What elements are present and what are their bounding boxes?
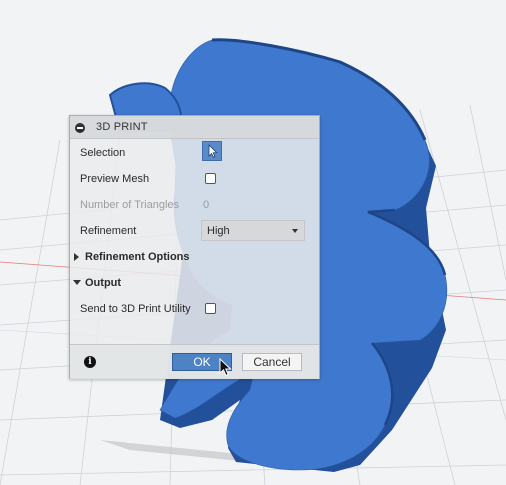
chevron-down-icon (292, 229, 298, 233)
collapse-arrow-icon[interactable] (73, 280, 81, 285)
triangles-value: 0 (203, 199, 210, 211)
selection-button[interactable] (202, 141, 222, 161)
expand-arrow-icon[interactable] (74, 253, 79, 261)
dialog-titlebar[interactable]: 3D PRINT (70, 116, 319, 139)
refinement-value: High (207, 225, 230, 237)
send-to-print-utility-checkbox[interactable] (205, 303, 216, 314)
pointer-arrow-icon (208, 144, 218, 158)
refinement-options-section[interactable]: Refinement Options (85, 251, 190, 263)
info-icon[interactable]: i (84, 356, 96, 368)
refinement-dropdown[interactable]: High (201, 220, 305, 241)
triangles-label: Number of Triangles (80, 199, 180, 211)
output-section[interactable]: Output (85, 277, 121, 289)
mouse-cursor-icon (219, 358, 232, 377)
3d-print-dialog: 3D PRINT Selection Preview Mesh Number o… (69, 115, 320, 379)
refinement-label: Refinement (80, 225, 137, 237)
preview-mesh-label: Preview Mesh (80, 173, 150, 185)
minus-circle-icon[interactable] (75, 123, 85, 133)
cancel-button[interactable]: Cancel (242, 353, 302, 371)
preview-mesh-checkbox[interactable] (205, 173, 216, 184)
send-to-print-utility-label: Send to 3D Print Utility (80, 303, 191, 315)
dialog-title: 3D PRINT (96, 121, 148, 133)
dialog-footer: i OK Cancel (70, 344, 319, 379)
selection-label: Selection (80, 147, 126, 159)
